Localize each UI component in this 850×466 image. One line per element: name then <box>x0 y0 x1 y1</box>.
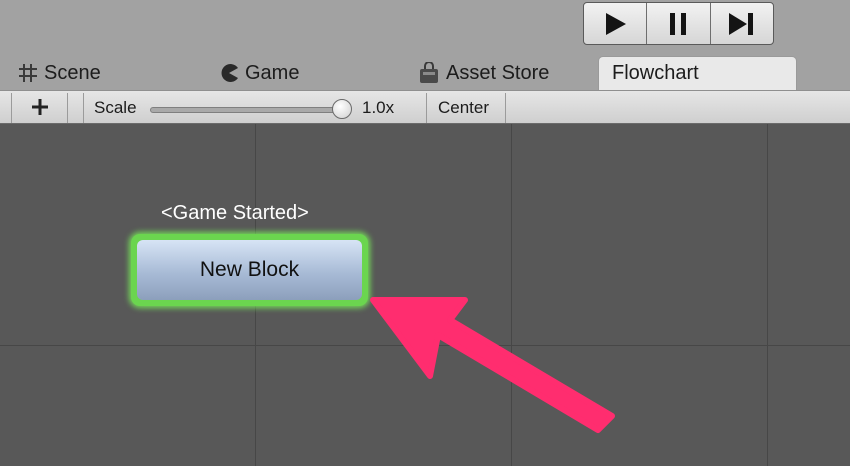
annotation-arrow <box>370 297 615 433</box>
annotation-arrow-shape <box>370 297 615 433</box>
